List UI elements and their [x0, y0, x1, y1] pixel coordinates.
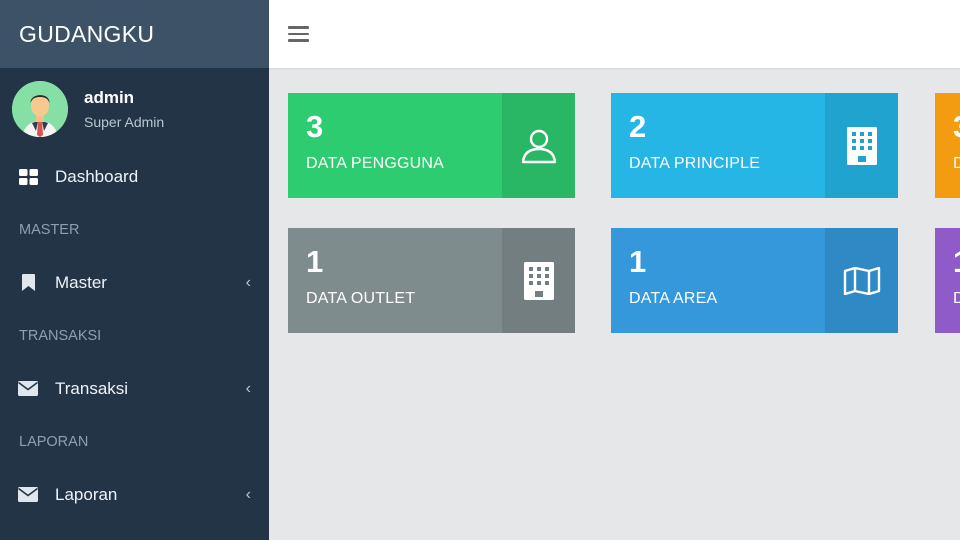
sidebar-toggle-icon[interactable]	[288, 26, 309, 42]
info-box-label: D	[953, 155, 960, 172]
sidebar-item-label: Laporan	[55, 484, 118, 504]
info-box-partial-1[interactable]: 3 D	[935, 93, 960, 198]
info-box-label: DATA AREA	[629, 290, 718, 307]
chevron-left-icon[interactable]: ‹	[246, 380, 251, 398]
menu-header-master: MASTER	[19, 221, 80, 238]
sidebar-item-master[interactable]: Master ‹	[0, 256, 269, 309]
building-icon	[825, 93, 898, 198]
info-box-outlet[interactable]: 1 DATA OUTLET	[288, 228, 575, 333]
main-content: 3 DATA PENGGUNA 2 DATA PRINCIPLE D 1 DAT…	[269, 68, 960, 540]
brand-logo[interactable]: GUDANGKU	[0, 0, 269, 68]
user-name: admin	[84, 88, 135, 107]
info-box-label: DATA PENGGUNA	[306, 155, 445, 172]
user-icon	[502, 93, 575, 198]
sidebar-item-dashboard[interactable]: Dashboard	[0, 150, 269, 203]
menu-header-transaksi: TRANSAKSI	[19, 327, 102, 344]
info-box-principle[interactable]: 2 DATA PRINCIPLE	[611, 93, 898, 198]
info-box-area[interactable]: 1 DATA AREA	[611, 228, 898, 333]
building-icon	[502, 228, 575, 333]
bookmark-icon	[18, 273, 38, 293]
info-box-count: 3	[953, 109, 960, 145]
info-box-count: 3	[306, 109, 324, 144]
chevron-left-icon[interactable]: ‹	[246, 486, 251, 504]
dashboard-icon	[18, 167, 38, 187]
info-box-label: D	[953, 290, 960, 307]
user-role: Super Admin	[84, 114, 165, 130]
sidebar-item-laporan[interactable]: Laporan ‹	[0, 468, 269, 521]
user-panel: admin Super Admin	[0, 68, 269, 150]
sidebar-item-label: Dashboard	[55, 166, 139, 186]
sidebar-item-label: Transaksi	[55, 378, 129, 398]
avatar	[12, 81, 68, 137]
info-box-pengguna[interactable]: 3 DATA PENGGUNA	[288, 93, 575, 198]
info-box-label: DATA PRINCIPLE	[629, 155, 761, 172]
brand-title[interactable]: GUDANGKU	[19, 21, 154, 48]
menu-header-laporan: LAPORAN	[19, 433, 89, 450]
info-box-count: 1	[953, 244, 960, 280]
info-box-partial-2[interactable]: 1 D	[935, 228, 960, 333]
sidebar-item-transaksi[interactable]: Transaksi ‹	[0, 362, 269, 415]
info-box-count: 1	[629, 244, 647, 279]
info-box-count: 2	[629, 109, 647, 144]
sidebar-menu: Dashboard MASTER Master ‹ TRANSAKSI Tran…	[0, 150, 269, 521]
info-box-label: DATA OUTLET	[306, 290, 416, 307]
envelope-icon	[18, 485, 38, 505]
map-icon	[825, 228, 898, 333]
sidebar-item-label: Master	[55, 272, 107, 292]
top-navbar	[269, 0, 960, 68]
info-box-count: 1	[306, 244, 324, 279]
sidebar: GUDANGKU admin Super Admin Dashboard MAS…	[0, 0, 269, 540]
chevron-left-icon[interactable]: ‹	[246, 274, 251, 292]
envelope-icon	[18, 379, 38, 399]
